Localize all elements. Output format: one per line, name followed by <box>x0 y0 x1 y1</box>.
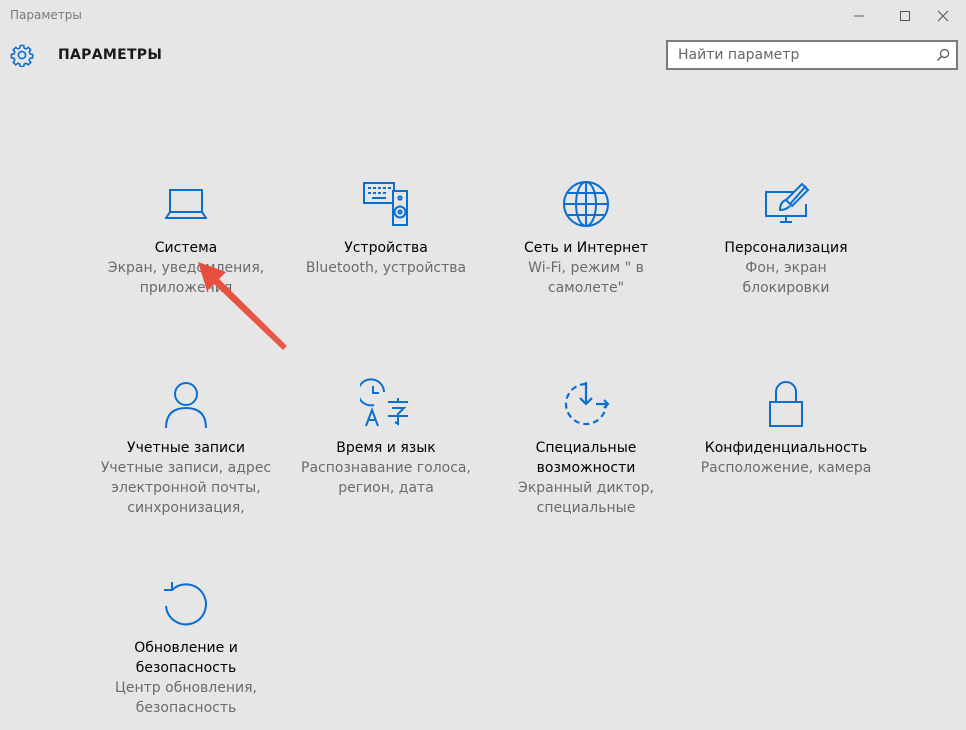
refresh-icon <box>164 582 207 626</box>
close-icon <box>937 10 949 21</box>
tile-desc-line: Экранный диктор, <box>518 480 654 496</box>
minimize-button[interactable] <box>836 0 882 31</box>
lock-icon <box>769 381 803 427</box>
tile-desc-line: Распознавание голоса, <box>301 460 471 476</box>
tile-name: Конфиденциальность <box>704 440 868 456</box>
search-input[interactable] <box>668 42 938 68</box>
maximize-icon <box>900 10 910 21</box>
search-icon[interactable] <box>936 48 950 62</box>
tile-desc-line: синхронизация, <box>127 500 245 516</box>
tile-system[interactable]: Система Экран, уведомления, приложения <box>88 178 284 298</box>
title-bar: Параметры <box>0 0 966 31</box>
keyboard-speaker-icon <box>363 182 408 226</box>
tile-desc-line: Учетные записи, адрес <box>100 460 272 476</box>
tile-time-language[interactable]: Время и язык Распознавание голоса, регио… <box>288 378 484 498</box>
tile-name: Учетные записи <box>127 440 245 456</box>
tile-desc-line: Фон, экран <box>745 260 827 276</box>
search-box[interactable] <box>666 40 958 70</box>
laptop-icon <box>165 189 207 219</box>
tile-desc-line: самолете" <box>547 280 625 296</box>
tile-name: Система <box>154 240 218 256</box>
tile-desc-line: Экран, уведомления, <box>107 260 265 276</box>
tile-desc-line: Wi-Fi, режим " в <box>528 260 644 276</box>
tile-privacy[interactable]: Конфиденциальность Расположение, камера <box>688 378 884 478</box>
tile-desc-line: Центр обновления, <box>115 680 257 696</box>
person-icon <box>165 382 207 429</box>
tile-desc-line: безопасность <box>135 700 237 716</box>
tile-network[interactable]: Сеть и Интернет Wi-Fi, режим " в самолет… <box>488 178 684 298</box>
tile-desc-line: специальные <box>536 500 636 516</box>
app-header: ПАРАМЕТРЫ <box>0 36 966 76</box>
tile-desc-line: блокировки <box>742 280 830 296</box>
minimize-icon <box>854 15 864 16</box>
tile-desc-line: Расположение, камера <box>700 460 872 476</box>
tile-name-line: Обновление и <box>134 640 238 656</box>
tile-name-line: возможности <box>536 460 636 476</box>
tile-devices[interactable]: Устройства Bluetooth, устройства <box>288 178 484 278</box>
tile-name-line: Специальные <box>535 440 637 456</box>
close-button[interactable] <box>920 0 966 31</box>
tile-desc-line: приложения <box>139 280 233 296</box>
paint-screen-icon <box>765 182 810 223</box>
tile-desc-line: электронной почты, <box>111 480 261 496</box>
tile-ease-of-access[interactable]: Специальные возможности Экранный диктор,… <box>488 378 684 518</box>
tile-update-security[interactable]: Обновление и безопасность Центр обновлен… <box>88 578 284 718</box>
ease-of-access-icon <box>564 382 610 426</box>
tile-name: Сеть и Интернет <box>524 240 648 256</box>
tile-name: Время и язык <box>336 440 436 456</box>
tile-desc-line: регион, дата <box>338 480 434 496</box>
tile-name-line: безопасность <box>135 660 237 676</box>
clock-language-icon <box>360 378 408 427</box>
tile-personalization[interactable]: Персонализация Фон, экран блокировки <box>688 178 884 298</box>
window-title: Параметры <box>10 8 82 22</box>
tile-name: Устройства <box>344 240 428 256</box>
globe-icon <box>563 181 609 227</box>
tile-accounts[interactable]: Учетные записи Учетные записи, адрес эле… <box>88 378 284 518</box>
page-title: ПАРАМЕТРЫ <box>58 47 163 63</box>
tile-desc-line: Bluetooth, устройства <box>305 260 467 276</box>
tile-name: Персонализация <box>724 240 848 256</box>
gear-icon <box>10 44 34 67</box>
